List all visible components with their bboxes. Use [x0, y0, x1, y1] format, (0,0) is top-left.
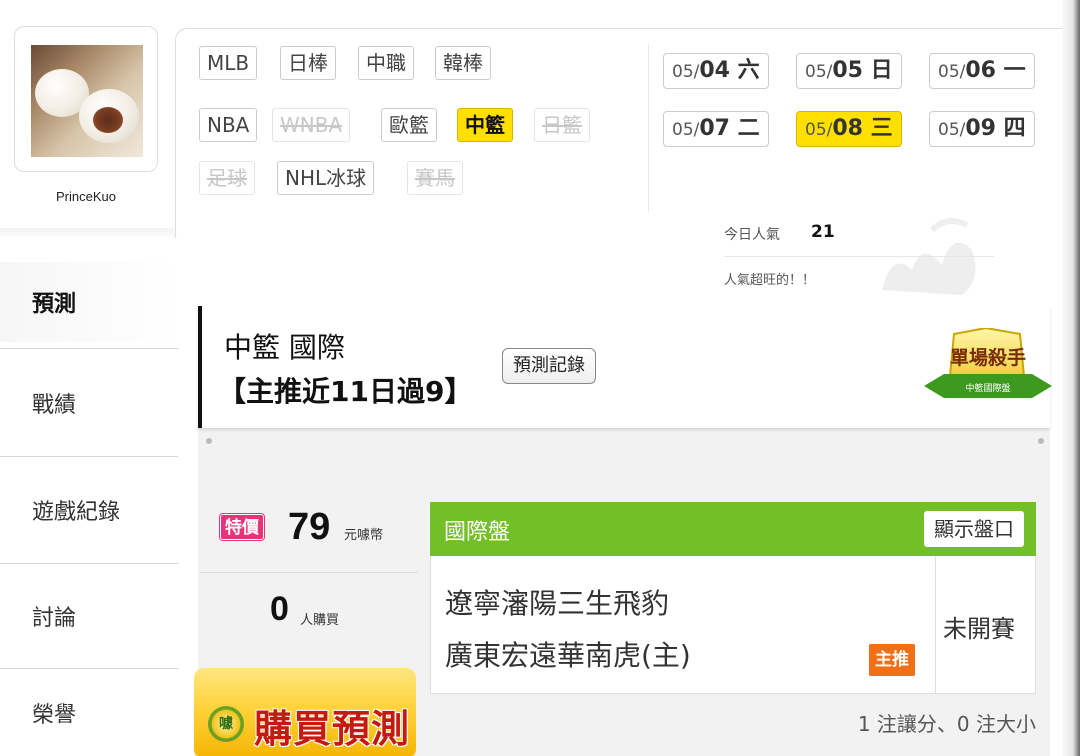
sport-chip-bleague: 日籃	[534, 108, 590, 142]
avatar-card[interactable]	[14, 26, 158, 172]
sport-chip-nhl[interactable]: NHL冰球	[277, 161, 375, 195]
sidebar-item-discussion[interactable]: 討論	[0, 564, 178, 668]
match-status: 未開賽	[943, 615, 1015, 643]
scrollbar[interactable]	[1062, 0, 1080, 756]
buy-prediction-button[interactable]: 噱 購買預測	[194, 668, 416, 756]
prediction-card: 中籃 國際 【主推近11日過9】 預測記錄 單場殺手 中籃國際盤 特價 79 元…	[194, 306, 1052, 756]
date-chip-0506[interactable]: 05/06 一	[929, 53, 1035, 89]
bet-summary: 1 注讓分、0 注大小	[857, 712, 1036, 736]
sport-chip-wnba: WNBA	[272, 108, 351, 142]
sport-chip-nba[interactable]: NBA	[199, 108, 258, 142]
sidebar-item-label: 榮譽	[32, 702, 77, 728]
sidebar-item-label: 戰績	[32, 393, 77, 418]
sidebar-item-label: 討論	[32, 606, 77, 631]
avatar[interactable]	[31, 45, 143, 157]
killer-badge-icon: 單場殺手 中籃國際盤	[924, 328, 1052, 398]
sport-chip-kbo[interactable]: 韓棒	[435, 46, 491, 80]
market-title: 國際盤	[444, 520, 511, 545]
market-header: 國際盤 顯示盤口	[430, 502, 1036, 556]
buy-prediction-label: 購買預測	[254, 707, 411, 751]
date-chip-0508[interactable]: 05/08 三	[796, 111, 902, 147]
sidebar-item-label: 預測	[32, 292, 77, 317]
divider	[648, 44, 649, 212]
page: PrinceKuo 預測 戰績 遊戲紀錄 討論 榮譽 MLB 日棒 中職 韓棒 …	[0, 0, 1080, 756]
sidebar-item-record[interactable]: 戰績	[0, 350, 178, 456]
sidebar-item-predict[interactable]: 預測	[0, 262, 178, 342]
price-value: 79	[288, 506, 331, 548]
sport-chip-soccer: 足球	[199, 161, 255, 195]
date-chip-0505[interactable]: 05/05 日	[796, 53, 902, 89]
sport-chip-npb[interactable]: 日棒	[280, 46, 336, 80]
username[interactable]: PrinceKuo	[14, 189, 158, 204]
date-chip-0507[interactable]: 05/07 二	[663, 111, 769, 147]
away-team: 遼寧瀋陽三生飛豹	[445, 587, 670, 620]
home-team: 廣東宏遠華南虎(主)	[445, 639, 691, 672]
price-box: 特價 79 元噱幣	[200, 502, 418, 570]
date-chip-0509[interactable]: 05/09 四	[929, 111, 1035, 147]
svg-text:單場殺手: 單場殺手	[950, 346, 1026, 369]
date-chip-0504[interactable]: 05/04 六	[663, 53, 769, 89]
special-price-badge: 特價	[220, 514, 264, 540]
sidebar-item-honor[interactable]: 榮譽	[0, 669, 178, 756]
match-row: 遼寧瀋陽三生飛豹 廣東宏遠華南虎(主) 主推 未開賽	[430, 556, 1036, 694]
divider	[0, 348, 178, 349]
popularity-value: 21	[811, 222, 835, 242]
decoration-dot	[1038, 438, 1044, 444]
sidebar-item-label: 遊戲紀錄	[32, 500, 121, 525]
buyers-unit: 人購買	[300, 613, 340, 628]
divider	[0, 228, 178, 242]
decorative-emblem-icon	[882, 218, 976, 295]
filter-panel: MLB 日棒 中職 韓棒 NBA WNBA 歐籃 中籃 日籃 足球 NHL冰球 …	[175, 28, 1065, 238]
divider	[724, 256, 994, 257]
card-subtitle: 【主推近11日過9】	[218, 375, 473, 408]
show-odds-button[interactable]: 顯示盤口	[924, 511, 1024, 547]
card-header: 中籃 國際 【主推近11日過9】 預測記錄 單場殺手 中籃國際盤	[198, 306, 1052, 428]
sidebar-item-game-log[interactable]: 遊戲紀錄	[0, 457, 178, 563]
sport-chip-horse-racing: 賽馬	[407, 161, 463, 195]
sport-chip-cpbl[interactable]: 中職	[358, 46, 414, 80]
sport-chip-euroleague[interactable]: 歐籃	[381, 108, 437, 142]
divider	[935, 556, 936, 693]
popularity-note: 人氣超旺的！！	[724, 273, 816, 288]
decoration-dot	[206, 438, 212, 444]
buyers-count: 0	[270, 590, 289, 628]
coin-icon: 噱	[208, 706, 244, 742]
main-pick-badge: 主推	[869, 644, 915, 676]
svg-text:中籃國際盤: 中籃國際盤	[965, 382, 1010, 394]
prediction-record-button[interactable]: 預測記錄	[502, 348, 596, 384]
popularity-label: 今日人氣	[724, 227, 780, 243]
price-unit: 元噱幣	[344, 528, 384, 543]
sport-chip-cba[interactable]: 中籃	[457, 108, 513, 142]
divider	[200, 572, 418, 573]
sport-chip-mlb[interactable]: MLB	[199, 46, 258, 80]
card-title: 中籃 國際	[224, 331, 345, 364]
